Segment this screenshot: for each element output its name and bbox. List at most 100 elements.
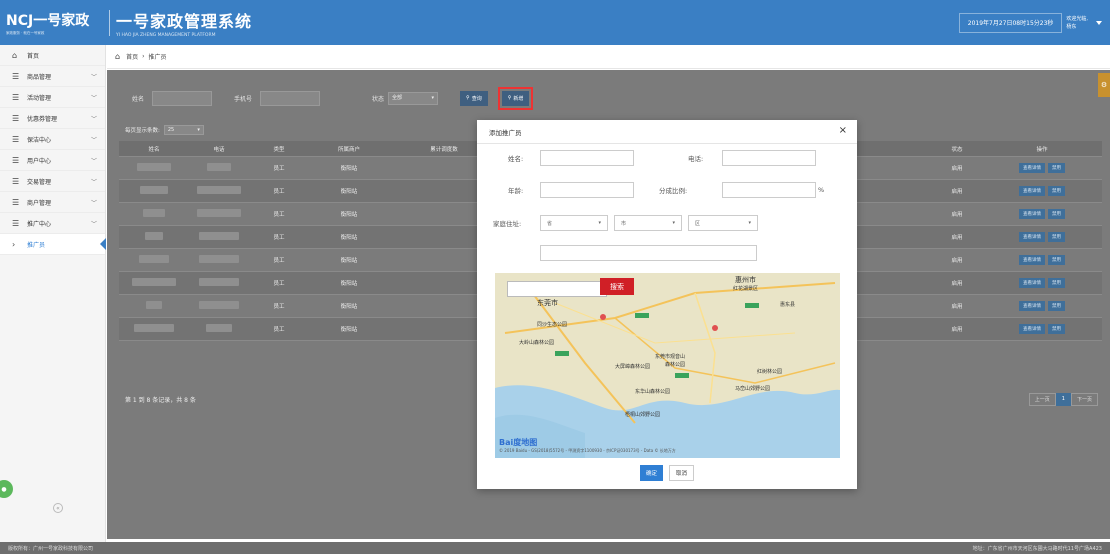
gear-icon[interactable]: ⚙ [1098,73,1110,97]
view-detail-button[interactable]: 查看详情 [1019,163,1045,173]
sidebar-item-goods[interactable]: ☰ 商品管理 ﹀ [0,66,105,87]
baidu-map[interactable]: 搜索 惠州市 东莞市 红花湖景区 同沙生态公园 大岭山森林公园 东莞市观音山 森… [495,273,840,458]
collapse-sidebar-button[interactable]: « [53,503,63,513]
redacted-text [206,324,232,332]
redacted-text [132,278,176,286]
sidebar-item-promoter[interactable]: › 推广员 [0,234,106,255]
disable-button[interactable]: 禁用 [1048,163,1065,173]
add-button-label: 新增 [513,95,524,102]
cell-type: 员工 [273,189,285,195]
disable-button[interactable]: 禁用 [1048,301,1065,311]
sidebar-item-cleaning[interactable]: ☰ 保洁中心 ﹀ [0,129,105,150]
prev-page-button[interactable]: 上一页 [1028,393,1056,406]
disable-button[interactable]: 禁用 [1048,209,1065,219]
ratio-label: 分成比例: [659,187,688,195]
map-label: 森林公园 [665,362,686,368]
home-icon: ⌂ [115,52,121,61]
disable-button[interactable]: 禁用 [1048,278,1065,288]
cell-name [119,255,189,265]
name-input[interactable] [152,90,213,106]
search-icon: ⚲ [507,95,512,101]
map-search-button[interactable]: 搜索 [600,278,634,295]
user-menu[interactable]: 欢迎光临, 杨东 [1066,15,1088,31]
status-select-value: 全部 [392,94,403,101]
cell-actions: 查看详情 禁用 [982,324,1102,334]
phone-input[interactable] [260,90,321,106]
sidebar-item-users[interactable]: ☰ 用户中心 ﹀ [0,150,105,171]
disable-button[interactable]: 禁用 [1048,324,1065,334]
cell-status: 启用 [951,258,963,264]
system-title-block: 一号家政管理系统 YI HAO JIA ZHENG MANAGEMENT PLA… [116,8,252,38]
cancel-button[interactable]: 取消 [669,465,695,481]
sidebar-item-home[interactable]: ⌂ 首页 [0,45,105,66]
column-header: 操作 [1036,146,1048,153]
logo-subtext: 家政服务 · 就在一号家政 [6,30,45,35]
phone-row: 电话: [688,150,816,166]
cell-status: 启用 [951,281,963,287]
view-detail-button[interactable]: 查看详情 [1019,232,1045,242]
welcome-text: 欢迎光临, [1066,16,1088,22]
column-header: 姓名 [148,146,160,153]
column-header: 类型 [273,146,285,153]
add-button[interactable]: ⚲ 新增 [497,86,534,110]
cell-name [119,163,189,173]
view-detail-button[interactable]: 查看详情 [1019,278,1045,288]
view-detail-button[interactable]: 查看详情 [1019,186,1045,196]
query-button[interactable]: ⚲ 查询 [460,90,488,106]
cell-actions: 查看详情 禁用 [982,301,1102,311]
view-detail-button[interactable]: 查看详情 [1019,255,1045,265]
sidebar-item-promotion[interactable]: ☰ 推广中心 ﹀ [0,213,105,234]
close-icon[interactable]: × [839,125,847,136]
sidebar-item-coupon[interactable]: ☰ 优惠券管理 ﹀ [0,108,105,129]
ratio-field[interactable] [722,182,816,198]
page-1-button[interactable]: 1 [1055,393,1071,406]
sidebar: ⌂ 首页 ☰ 商品管理 ﹀ ☰ 活动管理 ﹀ ☰ 优惠券管理 ﹀ ☰ 保洁中心 … [0,45,106,542]
chevron-down-icon: ﹀ [90,199,97,207]
name-field[interactable] [540,150,634,166]
sidebar-item-trade[interactable]: ☰ 交易管理 ﹀ [0,171,105,192]
address-label: 家庭住址: [493,220,522,228]
status-select[interactable]: 全部 ▾ [388,91,439,105]
chevron-down-icon: ﹀ [90,157,97,165]
view-detail-button[interactable]: 查看详情 [1019,324,1045,334]
redacted-text [199,301,239,309]
cell-status: 启用 [951,212,963,218]
redacted-text [143,209,165,217]
sidebar-item-merchant[interactable]: ☰ 商户管理 ﹀ [0,192,105,213]
cell-merchant: 衡阳站 [340,212,358,218]
cell-merchant: 衡阳站 [340,189,358,195]
cell-actions: 查看详情 禁用 [982,186,1102,196]
cell-type: 员工 [273,258,285,264]
chevron-down-icon[interactable] [1096,21,1102,25]
system-subtitle: YI HAO JIA ZHENG MANAGEMENT PLATFORM [116,32,216,38]
cell-type: 员工 [273,235,285,241]
cell-name [119,278,189,288]
address-detail-field[interactable] [540,245,757,261]
map-search-input[interactable] [507,281,607,297]
city-select[interactable]: 市 ▾ [614,215,682,231]
sidebar-item-activity[interactable]: ☰ 活动管理 ﹀ [0,87,105,108]
chevron-down-icon: ﹀ [90,178,97,186]
breadcrumb-home[interactable]: 首页 [126,52,138,61]
age-field[interactable] [540,182,634,198]
column-header: 电话 [213,146,225,153]
view-detail-button[interactable]: 查看详情 [1019,209,1045,219]
breadcrumb: ⌂ 首页 › 推广员 [107,45,1110,69]
next-page-button[interactable]: 下一页 [1070,393,1098,406]
page-size-select[interactable]: 25 ▾ [163,125,204,135]
cell-merchant: 衡阳站 [340,304,358,310]
disable-button[interactable]: 禁用 [1048,232,1065,242]
list-icon: ☰ [12,155,20,165]
cell-actions: 查看详情 禁用 [982,209,1102,219]
district-select[interactable]: 区 ▾ [688,215,758,231]
name-label: 姓名: [508,155,524,163]
phone-field[interactable] [722,150,816,166]
disable-button[interactable]: 禁用 [1048,186,1065,196]
cell-name [119,232,189,242]
breadcrumb-separator: › [142,53,145,60]
view-detail-button[interactable]: 查看详情 [1019,301,1045,311]
confirm-button[interactable]: 确定 [639,465,663,481]
province-select[interactable]: 省 ▾ [540,215,608,231]
filter-bar: 姓名 手机号 状态 全部 ▾ ⚲ 查询 ⚲ 新增 [107,85,534,111]
disable-button[interactable]: 禁用 [1048,255,1065,265]
